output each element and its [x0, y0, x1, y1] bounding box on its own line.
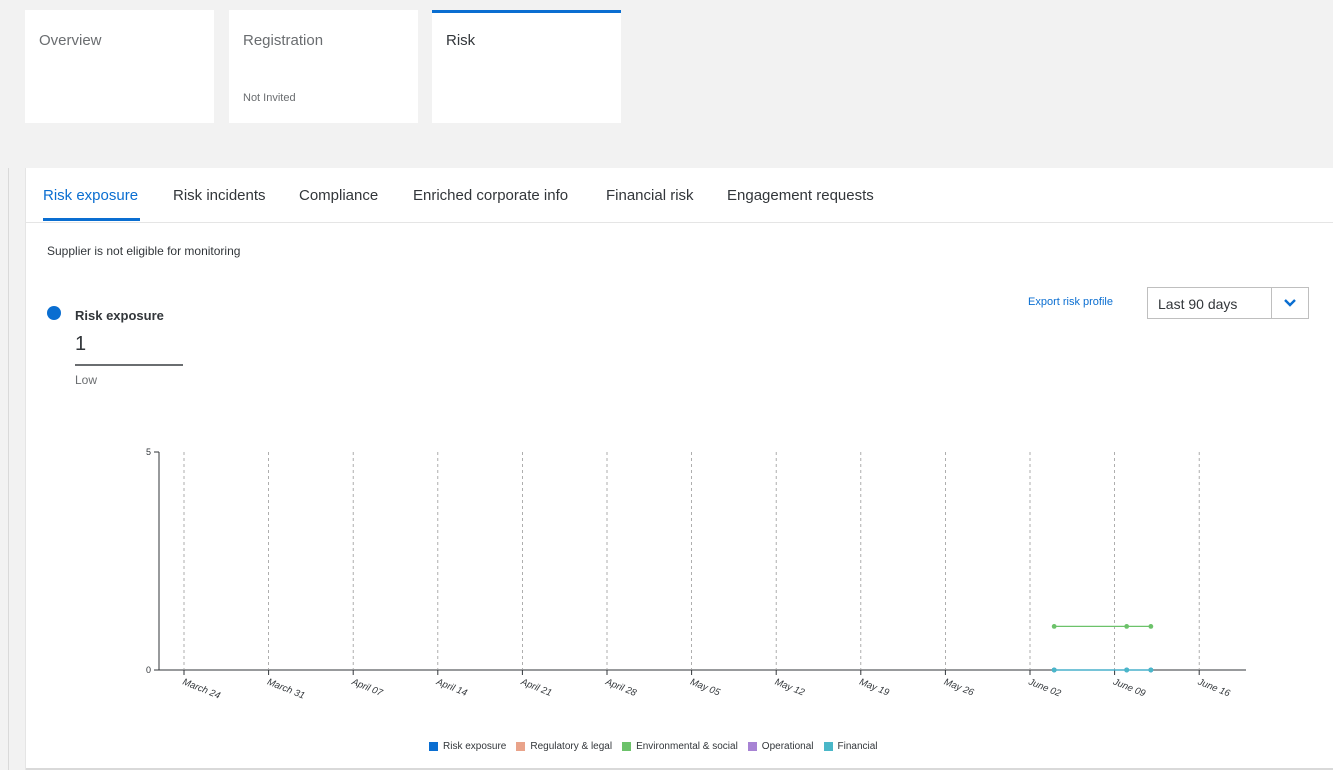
tab-compliance[interactable]: Compliance [299, 187, 378, 204]
x-tick-label: June 02 [1026, 676, 1063, 700]
legend-item[interactable]: Financial [823, 741, 878, 752]
legend-swatch [823, 742, 833, 751]
tab-financial-risk[interactable]: Financial risk [606, 187, 694, 204]
period-select-value: Last 90 days [1158, 296, 1238, 312]
data-point [1148, 667, 1154, 673]
risk-chart-svg: 0 5 March 24 March 31 April 07 April 14 April … [146, 447, 1246, 702]
tab-engagement-requests[interactable]: Engagement requests [727, 187, 874, 204]
card-overview[interactable]: Overview [25, 10, 214, 123]
x-tick-label: March 24 [181, 677, 222, 702]
risk-exposure-level: Low [75, 373, 98, 387]
legend-swatch [747, 742, 757, 751]
legend-item[interactable]: Regulatory & legal [516, 741, 612, 752]
risk-chart: 0 5 March 24 March 31 April 07 April 14 April … [106, 438, 1266, 743]
legend-swatch [622, 742, 632, 751]
period-select-button[interactable] [1271, 288, 1308, 318]
x-tick-label: May 19 [858, 677, 892, 699]
x-tick-label: June 16 [1195, 676, 1232, 700]
risk-exposure-title: Risk exposure [75, 308, 164, 323]
card-risk[interactable]: Risk [432, 10, 621, 123]
header-cards: Overview Registration Not Invited Risk [0, 0, 1333, 150]
chart-legend: Risk exposure Regulatory & legal Environme… [429, 741, 878, 752]
x-tick-label: May 12 [773, 677, 807, 699]
risk-panel: Risk exposure Risk incidents Compliance … [25, 168, 1333, 770]
x-tick-label: March 31 [265, 677, 306, 702]
tab-enriched-corporate-info[interactable]: Enriched corporate info [413, 187, 568, 204]
period-select[interactable]: Last 90 days [1147, 287, 1309, 319]
card-registration-status: Not Invited [243, 92, 296, 104]
data-point [1148, 624, 1154, 629]
chevron-down-icon [1284, 299, 1296, 307]
y-tick-label: 5 [146, 447, 151, 457]
data-point [1051, 624, 1057, 629]
card-registration[interactable]: Registration Not Invited [229, 10, 418, 123]
monitoring-notice: Supplier is not eligible for monitoring [47, 244, 241, 258]
score-underline [75, 364, 183, 366]
legend-item[interactable]: Operational [747, 741, 814, 752]
x-tick-label: April 14 [434, 676, 469, 699]
x-tick-label: April 28 [603, 676, 639, 699]
legend-label: Financial [837, 741, 878, 752]
left-divider [8, 168, 9, 770]
tab-bar: Risk exposure Risk incidents Compliance … [26, 168, 1333, 223]
data-point [1124, 624, 1130, 629]
legend-label: Regulatory & legal [530, 741, 613, 752]
tab-risk-exposure[interactable]: Risk exposure [43, 187, 138, 204]
legend-swatch [516, 742, 526, 751]
export-risk-profile-link[interactable]: Export risk profile [1028, 296, 1113, 308]
data-point [1051, 667, 1057, 673]
card-risk-title: Risk [446, 32, 476, 49]
card-registration-title: Registration [243, 32, 324, 49]
legend-label: Environmental & social [636, 741, 738, 752]
legend-item[interactable]: Environmental & social [622, 741, 738, 752]
card-overview-title: Overview [39, 32, 102, 49]
data-point [1124, 667, 1130, 673]
risk-exposure-dot-icon [47, 306, 61, 320]
y-tick-label: 0 [146, 665, 151, 675]
legend-swatch [429, 742, 438, 751]
legend-label: Risk exposure [443, 741, 507, 752]
x-tick-label: April 07 [349, 676, 385, 699]
legend-label: Operational [761, 741, 814, 752]
x-tick-label: April 21 [518, 676, 553, 699]
x-tick-label: May 26 [942, 677, 976, 699]
x-tick-label: June 09 [1111, 676, 1148, 700]
active-tab-indicator [43, 218, 140, 221]
x-tick-label: May 05 [688, 677, 722, 699]
risk-exposure-score: 1 [75, 333, 87, 355]
legend-item[interactable]: Risk exposure [429, 741, 506, 752]
tab-risk-incidents[interactable]: Risk incidents [173, 187, 266, 204]
